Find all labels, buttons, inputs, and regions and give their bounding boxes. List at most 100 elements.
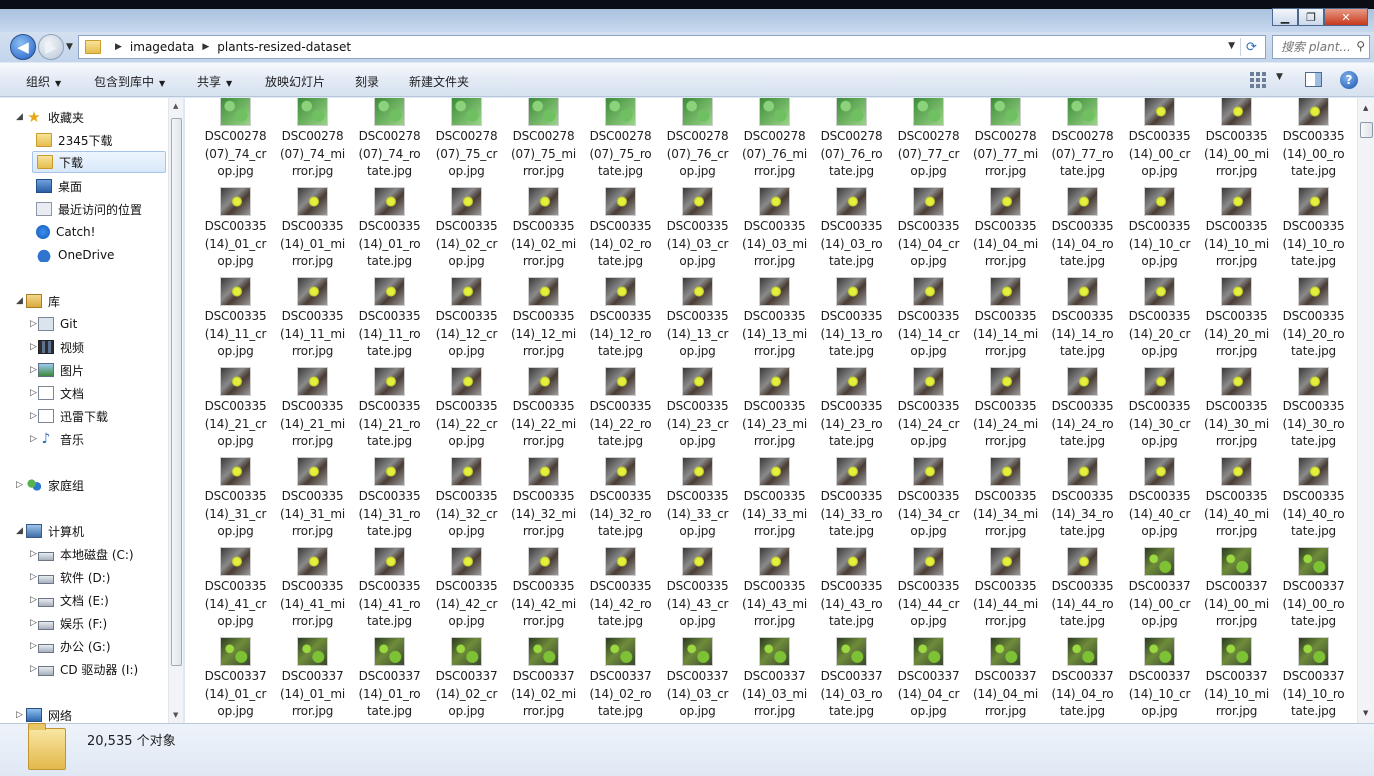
file-item[interactable]: DSC00335 (14)_04_cr op.jpg — [890, 187, 967, 277]
expand-arrow-icon[interactable]: ▷ — [30, 434, 37, 444]
file-item[interactable]: DSC00335 (14)_14_ro tate.jpg — [1044, 277, 1121, 367]
organize-button[interactable]: 组织 ▼ — [26, 73, 61, 90]
file-item[interactable]: DSC00335 (14)_32_ro tate.jpg — [582, 457, 659, 547]
file-item[interactable]: DSC00337 (14)_04_cr op.jpg — [890, 637, 967, 723]
file-item[interactable]: DSC00335 (14)_30_ro tate.jpg — [1275, 367, 1352, 457]
search-icon[interactable]: ⚲ — [1356, 39, 1365, 53]
nav-drive-e[interactable]: ▷ 文档 (E:) — [30, 589, 109, 611]
file-item[interactable]: DSC00278 (07)_75_cr op.jpg — [428, 98, 505, 187]
navigation-scroll-thumb[interactable] — [171, 118, 182, 666]
back-button[interactable]: ◀ — [10, 34, 36, 60]
navigation-scrollbar[interactable]: ▲ ▼ — [168, 98, 183, 723]
nav-drive-c[interactable]: ▷ 本地磁盘 (C:) — [30, 543, 134, 565]
chevron-right-icon[interactable]: ▶ — [202, 42, 209, 52]
file-item[interactable]: DSC00335 (14)_22_ro tate.jpg — [582, 367, 659, 457]
file-item[interactable]: DSC00335 (14)_01_ro tate.jpg — [351, 187, 428, 277]
file-item[interactable]: DSC00335 (14)_01_mi rror.jpg — [274, 187, 351, 277]
file-item[interactable]: DSC00335 (14)_41_ro tate.jpg — [351, 547, 428, 637]
file-item[interactable]: DSC00337 (14)_04_mi rror.jpg — [967, 637, 1044, 723]
file-item[interactable]: DSC00335 (14)_21_ro tate.jpg — [351, 367, 428, 457]
nav-item-videos[interactable]: ▷ 视频 — [30, 336, 84, 358]
file-item[interactable]: DSC00335 (14)_14_mi rror.jpg — [967, 277, 1044, 367]
file-item[interactable]: DSC00335 (14)_12_mi rror.jpg — [505, 277, 582, 367]
file-item[interactable]: DSC00335 (14)_23_cr op.jpg — [659, 367, 736, 457]
nav-item-2345-download[interactable]: 2345下载 — [36, 129, 113, 151]
file-item[interactable]: DSC00335 (14)_13_mi rror.jpg — [736, 277, 813, 367]
expand-arrow-icon[interactable]: ▷ — [30, 572, 37, 582]
file-item[interactable]: DSC00335 (14)_43_cr op.jpg — [659, 547, 736, 637]
file-item[interactable]: DSC00335 (14)_02_cr op.jpg — [428, 187, 505, 277]
file-item[interactable]: DSC00335 (14)_34_mi rror.jpg — [967, 457, 1044, 547]
file-item[interactable]: DSC00335 (14)_12_ro tate.jpg — [582, 277, 659, 367]
file-item[interactable]: DSC00335 (14)_00_cr op.jpg — [1121, 98, 1198, 187]
file-item[interactable]: DSC00337 (14)_10_mi rror.jpg — [1198, 637, 1275, 723]
scroll-down-icon[interactable]: ▼ — [1363, 709, 1368, 717]
nav-drive-f[interactable]: ▷ 娱乐 (F:) — [30, 612, 107, 634]
file-item[interactable]: DSC00278 (07)_76_cr op.jpg — [659, 98, 736, 187]
file-item[interactable]: DSC00335 (14)_00_ro tate.jpg — [1275, 98, 1352, 187]
nav-libraries[interactable]: ◢ 库 — [10, 290, 60, 312]
file-item[interactable]: DSC00335 (14)_44_ro tate.jpg — [1044, 547, 1121, 637]
slideshow-button[interactable]: 放映幻灯片 — [265, 73, 325, 90]
file-item[interactable]: DSC00335 (14)_00_mi rror.jpg — [1198, 98, 1275, 187]
file-item[interactable]: DSC00278 (07)_77_mi rror.jpg — [967, 98, 1044, 187]
file-item[interactable]: DSC00335 (14)_22_cr op.jpg — [428, 367, 505, 457]
nav-item-music[interactable]: ▷ ♪ 音乐 — [30, 428, 84, 450]
expand-arrow-icon[interactable]: ▷ — [30, 641, 37, 651]
search-input[interactable] — [1281, 40, 1349, 54]
file-item[interactable]: DSC00335 (14)_03_cr op.jpg — [659, 187, 736, 277]
nav-item-pictures[interactable]: ▷ 图片 — [30, 359, 84, 381]
scroll-up-icon[interactable]: ▲ — [173, 102, 178, 110]
file-item[interactable]: DSC00335 (14)_41_cr op.jpg — [197, 547, 274, 637]
file-item[interactable]: DSC00335 (14)_22_mi rror.jpg — [505, 367, 582, 457]
file-item[interactable]: DSC00335 (14)_42_ro tate.jpg — [582, 547, 659, 637]
nav-homegroup[interactable]: ▷ 家庭组 — [10, 474, 84, 496]
expand-arrow-icon[interactable]: ◢ — [16, 296, 23, 306]
file-item[interactable]: DSC00337 (14)_03_mi rror.jpg — [736, 637, 813, 723]
file-item[interactable]: DSC00335 (14)_20_mi rror.jpg — [1198, 277, 1275, 367]
file-item[interactable]: DSC00335 (14)_13_cr op.jpg — [659, 277, 736, 367]
scroll-up-icon[interactable]: ▲ — [1363, 104, 1368, 112]
file-item[interactable]: DSC00337 (14)_04_ro tate.jpg — [1044, 637, 1121, 723]
breadcrumb-plants-resized-dataset[interactable]: plants-resized-dataset — [217, 40, 351, 54]
file-item[interactable]: DSC00335 (14)_02_ro tate.jpg — [582, 187, 659, 277]
file-item[interactable]: DSC00337 (14)_00_mi rror.jpg — [1198, 547, 1275, 637]
file-item[interactable]: DSC00335 (14)_42_cr op.jpg — [428, 547, 505, 637]
file-item[interactable]: DSC00335 (14)_33_cr op.jpg — [659, 457, 736, 547]
file-item[interactable]: DSC00278 (07)_74_ro tate.jpg — [351, 98, 428, 187]
file-item[interactable]: DSC00278 (07)_76_ro tate.jpg — [813, 98, 890, 187]
file-item[interactable]: DSC00335 (14)_11_cr op.jpg — [197, 277, 274, 367]
file-item[interactable]: DSC00335 (14)_23_ro tate.jpg — [813, 367, 890, 457]
preview-pane-button[interactable] — [1305, 72, 1322, 87]
file-item[interactable]: DSC00335 (14)_11_mi rror.jpg — [274, 277, 351, 367]
share-button[interactable]: 共享 ▼ — [197, 73, 232, 90]
file-item[interactable]: DSC00335 (14)_10_ro tate.jpg — [1275, 187, 1352, 277]
nav-item-thunder-download[interactable]: ▷ 迅雷下载 — [30, 405, 108, 427]
file-item[interactable]: DSC00335 (14)_40_mi rror.jpg — [1198, 457, 1275, 547]
nav-item-catch[interactable]: Catch! — [36, 221, 95, 243]
file-item[interactable]: DSC00335 (14)_31_cr op.jpg — [197, 457, 274, 547]
include-in-library-button[interactable]: 包含到库中 ▼ — [94, 73, 165, 90]
expand-arrow-icon[interactable]: ▷ — [30, 664, 37, 674]
nav-computer[interactable]: ◢ 计算机 — [10, 520, 84, 542]
file-item[interactable]: DSC00337 (14)_01_cr op.jpg — [197, 637, 274, 723]
file-item[interactable]: DSC00335 (14)_24_ro tate.jpg — [1044, 367, 1121, 457]
file-item[interactable]: DSC00335 (14)_44_mi rror.jpg — [967, 547, 1044, 637]
file-item[interactable]: DSC00337 (14)_10_ro tate.jpg — [1275, 637, 1352, 723]
file-item[interactable]: DSC00278 (07)_75_mi rror.jpg — [505, 98, 582, 187]
close-button[interactable]: ✕ — [1324, 8, 1368, 26]
new-folder-button[interactable]: 新建文件夹 — [409, 73, 469, 90]
search-box[interactable]: ⚲ — [1272, 35, 1370, 59]
file-item[interactable]: DSC00335 (14)_20_ro tate.jpg — [1275, 277, 1352, 367]
expand-arrow-icon[interactable]: ▷ — [16, 480, 23, 490]
file-item[interactable]: DSC00335 (14)_21_mi rror.jpg — [274, 367, 351, 457]
file-item[interactable]: DSC00335 (14)_04_ro tate.jpg — [1044, 187, 1121, 277]
breadcrumb-imagedata[interactable]: imagedata — [130, 40, 194, 54]
expand-arrow-icon[interactable]: ▷ — [30, 618, 37, 628]
file-item[interactable]: DSC00335 (14)_30_cr op.jpg — [1121, 367, 1198, 457]
file-item[interactable]: DSC00337 (14)_02_mi rror.jpg — [505, 637, 582, 723]
file-item[interactable]: DSC00337 (14)_03_ro tate.jpg — [813, 637, 890, 723]
nav-network[interactable]: ▷ 网络 — [10, 704, 72, 723]
file-item[interactable]: DSC00335 (14)_13_ro tate.jpg — [813, 277, 890, 367]
nav-drive-d[interactable]: ▷ 软件 (D:) — [30, 566, 110, 588]
